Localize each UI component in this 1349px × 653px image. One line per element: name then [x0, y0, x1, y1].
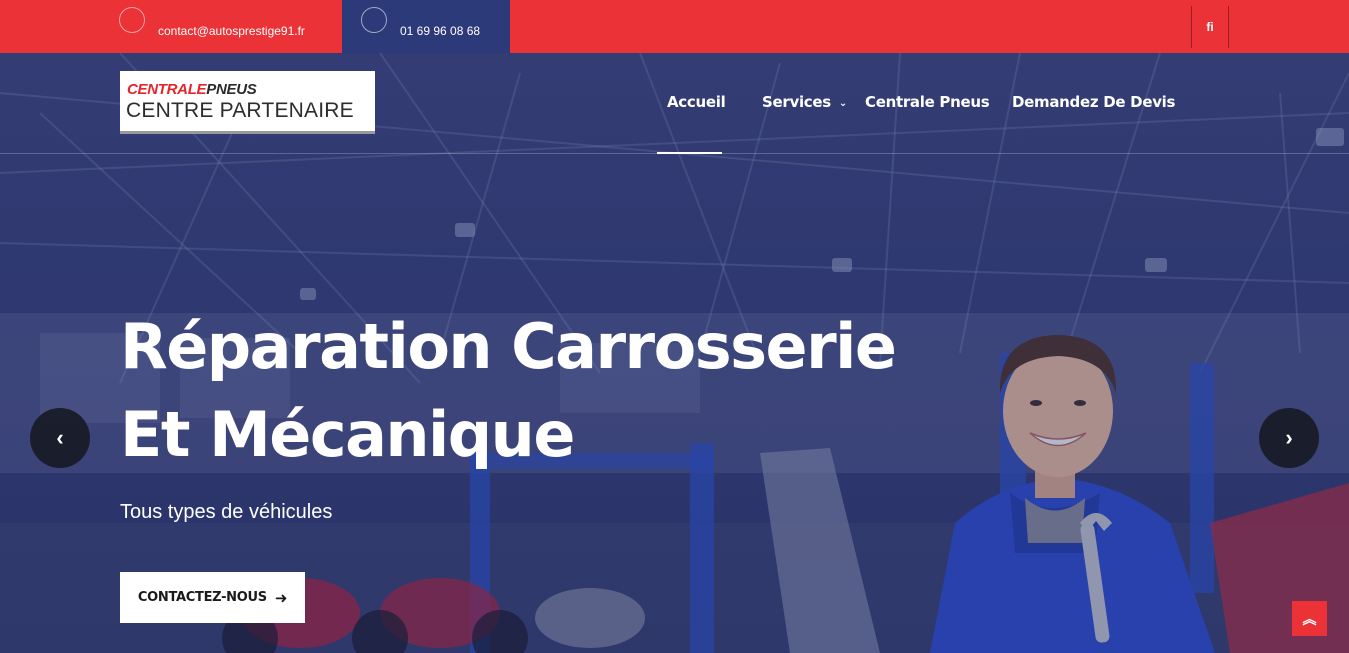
- logo-pneus: PNEUS: [206, 81, 257, 98]
- chevron-right-icon: ›: [1285, 425, 1293, 450]
- scroll-top-button[interactable]: ︽: [1292, 601, 1327, 636]
- nav-item-devis[interactable]: Demandez De Devis: [1012, 93, 1175, 111]
- hero-title: Réparation Carrosserie Et Mécanique: [120, 310, 897, 471]
- email-circle-icon: [119, 6, 145, 33]
- contact-button-label: CONTACTEZ-NOUS: [137, 590, 267, 605]
- nav-item-accueil[interactable]: Accueil: [667, 93, 726, 111]
- nav-item-centrale-pneus[interactable]: Centrale Pneus: [865, 93, 990, 111]
- email-text[interactable]: contact@autosprestige91.fr: [158, 24, 305, 38]
- nav-item-services[interactable]: Services ⌄: [762, 93, 847, 111]
- chevron-left-icon: ‹: [56, 425, 64, 450]
- phone-circle-icon: [361, 6, 387, 33]
- email-contact[interactable]: contact@autosprestige91.fr: [119, 0, 305, 53]
- nav-active-indicator: [657, 152, 722, 154]
- slider-next-button[interactable]: ›: [1259, 408, 1319, 468]
- phone-text[interactable]: 01 69 96 08 68: [400, 24, 480, 38]
- logo-partner-text: CENTRE PARTENAIRE: [126, 99, 354, 122]
- facebook-link[interactable]: fi: [1191, 6, 1229, 48]
- logo-top-text: CENTRALEPNEUS: [127, 81, 257, 98]
- hero-slider: CENTRALEPNEUS CENTRE PARTENAIRE Accueil …: [0, 53, 1349, 653]
- site-logo[interactable]: CENTRALEPNEUS CENTRE PARTENAIRE: [120, 71, 375, 134]
- chevron-down-icon: ⌄: [838, 98, 847, 109]
- facebook-icon: fi: [1206, 20, 1214, 34]
- nav-services-label: Services: [762, 93, 831, 111]
- phone-contact[interactable]: 01 69 96 08 68: [361, 0, 480, 53]
- top-bar: contact@autosprestige91.fr 01 69 96 08 6…: [0, 0, 1349, 53]
- logo-centrale: CENTRALE: [127, 81, 207, 98]
- double-chevron-up-icon: ︽: [1302, 610, 1317, 627]
- contact-button[interactable]: CONTACTEZ-NOUS ➜: [120, 572, 305, 623]
- hero-subtitle: Tous types de véhicules: [120, 501, 333, 523]
- slider-prev-button[interactable]: ‹: [30, 408, 90, 468]
- arrow-right-icon: ➜: [274, 588, 288, 607]
